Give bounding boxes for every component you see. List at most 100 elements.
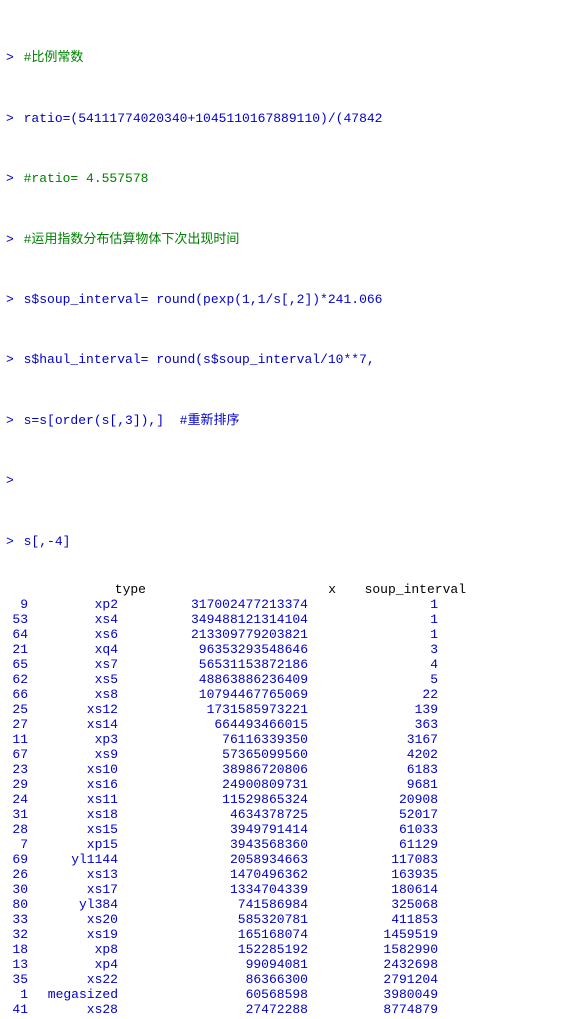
cell-x: 213309779203821	[118, 627, 308, 642]
cell-soup-interval: 3980049	[308, 987, 438, 1002]
cell-type: xs16	[28, 777, 118, 792]
table-row: 80yl384741586984325068	[0, 897, 580, 912]
table-row: 21xq4963532935486463	[0, 642, 580, 657]
cell-rownum: 33	[0, 912, 28, 927]
cell-soup-interval: 180614	[308, 882, 438, 897]
line-comment-3: > #运用指数分布估算物体下次出现时间	[6, 230, 574, 250]
cell-soup-interval: 9681	[308, 777, 438, 792]
cell-soup-interval: 2791204	[308, 972, 438, 987]
table-row: 26xs131470496362163935	[0, 867, 580, 882]
prompt: >	[6, 352, 14, 367]
cell-rownum: 32	[0, 927, 28, 942]
table-row: 69yl11442058934663117083	[0, 852, 580, 867]
cell-x: 317002477213374	[118, 597, 308, 612]
cell-x: 3943568360	[118, 837, 308, 852]
table-row: 41xs28274722888774879	[0, 1002, 580, 1017]
cell-type: xs7	[28, 657, 118, 672]
prompt: >	[6, 292, 14, 307]
header-type: type	[28, 582, 146, 597]
cell-rownum: 53	[0, 612, 28, 627]
table-row: 1megasized605685983980049	[0, 987, 580, 1002]
cell-type: xs15	[28, 822, 118, 837]
cell-x: 2058934663	[118, 852, 308, 867]
cell-x: 152285192	[118, 942, 308, 957]
line-code-3: > s$haul_interval= round(s$soup_interval…	[6, 350, 574, 370]
line-empty: >	[6, 471, 574, 491]
cell-type: xs28	[28, 1002, 118, 1017]
cell-soup-interval: 139	[308, 702, 438, 717]
cell-rownum: 11	[0, 732, 28, 747]
cell-soup-interval: 3167	[308, 732, 438, 747]
cell-soup-interval: 1459519	[308, 927, 438, 942]
prompt: >	[6, 413, 14, 428]
cell-rownum: 27	[0, 717, 28, 732]
cell-type: xs6	[28, 627, 118, 642]
table-row: 66xs81079446776506922	[0, 687, 580, 702]
table-row: 31xs18463437872552017	[0, 807, 580, 822]
cell-x: 96353293548646	[118, 642, 308, 657]
cell-x: 1334704339	[118, 882, 308, 897]
cell-type: xp3	[28, 732, 118, 747]
line-comment-1: > #比例常数	[6, 48, 574, 68]
cell-rownum: 69	[0, 852, 28, 867]
cell-type: xp15	[28, 837, 118, 852]
cell-soup-interval: 4202	[308, 747, 438, 762]
cell-rownum: 25	[0, 702, 28, 717]
cell-type: xs22	[28, 972, 118, 987]
prompt: >	[6, 50, 14, 65]
table-row: 29xs16249008097319681	[0, 777, 580, 792]
cell-soup-interval: 52017	[308, 807, 438, 822]
cell-rownum: 1	[0, 987, 28, 1002]
cell-type: xs18	[28, 807, 118, 822]
cell-soup-interval: 1	[308, 612, 438, 627]
cell-x: 10794467765069	[118, 687, 308, 702]
cell-soup-interval: 8774879	[308, 1002, 438, 1017]
cell-soup-interval: 1	[308, 597, 438, 612]
line-code-2: > s$soup_interval= round(pexp(1,1/s[,2])…	[6, 290, 574, 310]
cell-soup-interval: 3	[308, 642, 438, 657]
cell-soup-interval: 20908	[308, 792, 438, 807]
table-row: 35xs22863663002791204	[0, 972, 580, 987]
table-row: 23xs10389867208066183	[0, 762, 580, 777]
cell-soup-interval: 61033	[308, 822, 438, 837]
prompt: >	[6, 111, 14, 126]
cell-soup-interval: 363	[308, 717, 438, 732]
cell-rownum: 30	[0, 882, 28, 897]
cell-soup-interval: 411853	[308, 912, 438, 927]
table-header: type x soup_interval	[0, 582, 580, 597]
cell-x: 349488121314104	[118, 612, 308, 627]
cell-rownum: 41	[0, 1002, 28, 1017]
cell-x: 1470496362	[118, 867, 308, 882]
table-row: 64xs62133097792038211	[0, 627, 580, 642]
cell-rownum: 29	[0, 777, 28, 792]
cell-x: 3949791414	[118, 822, 308, 837]
cell-x: 664493466015	[118, 717, 308, 732]
cell-x: 99094081	[118, 957, 308, 972]
cell-type: xs5	[28, 672, 118, 687]
cell-type: xp4	[28, 957, 118, 972]
cell-type: xs4	[28, 612, 118, 627]
cell-soup-interval: 22	[308, 687, 438, 702]
table-row: 30xs171334704339180614	[0, 882, 580, 897]
cell-soup-interval: 1582990	[308, 942, 438, 957]
cell-rownum: 67	[0, 747, 28, 762]
table-row: 28xs15394979141461033	[0, 822, 580, 837]
table-row: 65xs7565311538721864	[0, 657, 580, 672]
cell-x: 1731585973221	[118, 702, 308, 717]
cell-type: yl1144	[28, 852, 118, 867]
prompt: >	[6, 232, 14, 247]
cell-type: xq4	[28, 642, 118, 657]
cell-rownum: 31	[0, 807, 28, 822]
cell-type: xs14	[28, 717, 118, 732]
cell-x: 48863886236409	[118, 672, 308, 687]
cell-soup-interval: 163935	[308, 867, 438, 882]
prompt: >	[6, 473, 14, 488]
line-code-5: > s[,-4]	[6, 532, 574, 552]
table-row: 27xs14664493466015363	[0, 717, 580, 732]
cell-x: 24900809731	[118, 777, 308, 792]
table-row: 33xs20585320781411853	[0, 912, 580, 927]
header-soup-interval: soup_interval	[336, 582, 466, 597]
cell-type: xs10	[28, 762, 118, 777]
cell-type: xs8	[28, 687, 118, 702]
console-output: > #比例常数 > ratio=(54111774020340+10451101…	[0, 0, 580, 580]
